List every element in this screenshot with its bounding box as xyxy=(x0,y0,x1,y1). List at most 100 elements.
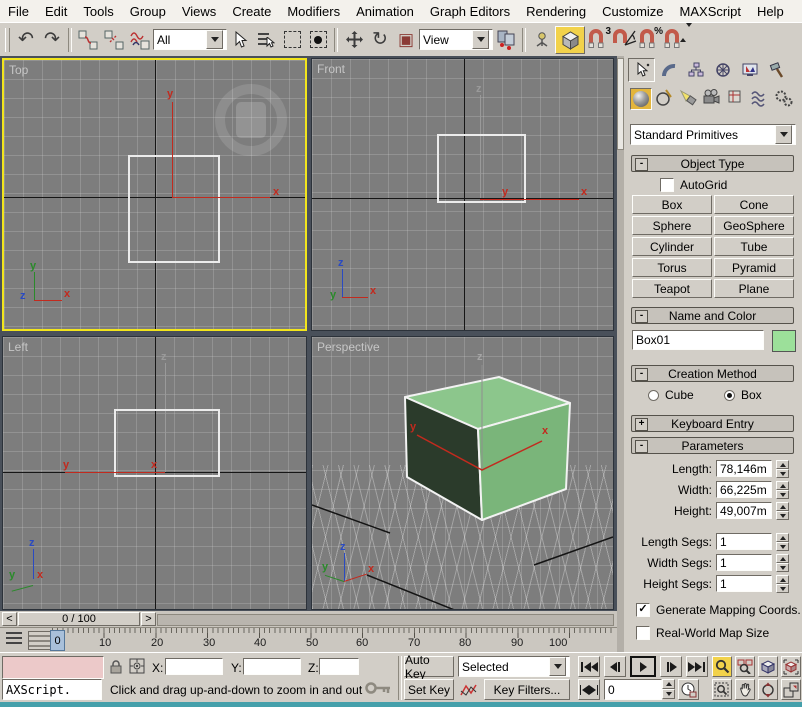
object-type-cylinder-button[interactable]: Cylinder xyxy=(632,237,712,256)
object-type-cone-button[interactable]: Cone xyxy=(714,195,794,214)
creation-method-box[interactable]: Box xyxy=(724,388,762,402)
selection-filter-dropdown[interactable]: All xyxy=(153,29,227,50)
rollout-object-type[interactable]: - Object Type xyxy=(631,155,794,172)
viewport-perspective[interactable]: z y x Perspective z x y xyxy=(311,336,614,610)
auto-key-button[interactable]: Auto Key xyxy=(404,656,454,677)
height-field[interactable]: 49,007m xyxy=(716,502,772,519)
spinner-snap-button[interactable] xyxy=(663,27,689,53)
key-filters-button[interactable]: Key Filters... xyxy=(484,679,570,700)
time-slider-handle[interactable]: 0 / 100 xyxy=(18,612,140,626)
length-spinner[interactable] xyxy=(776,460,789,478)
menu-maxscript[interactable]: MAXScript xyxy=(672,4,749,19)
next-frame-button[interactable] xyxy=(660,656,682,677)
object-type-torus-button[interactable]: Torus xyxy=(632,258,712,277)
object-type-sphere-button[interactable]: Sphere xyxy=(632,216,712,235)
category-helpers[interactable] xyxy=(726,88,748,110)
menu-graph-editors[interactable]: Graph Editors xyxy=(422,4,518,19)
select-and-move-button[interactable] xyxy=(341,27,367,53)
object-type-pyramid-button[interactable]: Pyramid xyxy=(714,258,794,277)
collapse-icon[interactable]: - xyxy=(635,440,648,453)
menu-help[interactable]: Help xyxy=(749,4,792,19)
z-coordinate-field[interactable] xyxy=(319,658,359,675)
length-segs-field[interactable]: 1 xyxy=(716,533,772,550)
menu-views[interactable]: Views xyxy=(174,4,224,19)
redo-button[interactable]: ↷ xyxy=(39,27,65,53)
zoom-extents-button[interactable] xyxy=(758,656,778,677)
undo-button[interactable]: ↶ xyxy=(13,27,39,53)
real-world-map-checkbox[interactable] xyxy=(636,626,650,640)
select-and-manipulate-button[interactable] xyxy=(529,27,555,53)
key-mode-toggle-button[interactable] xyxy=(578,679,600,700)
selection-set-arrow[interactable] xyxy=(549,657,566,676)
object-type-geosphere-button[interactable]: GeoSphere xyxy=(714,216,794,235)
bind-to-space-warp-button[interactable] xyxy=(127,27,153,53)
creation-method-cube[interactable]: Cube xyxy=(648,388,694,402)
time-configuration-button[interactable] xyxy=(678,679,699,700)
zoom-button[interactable] xyxy=(712,656,732,677)
track-bar-ruler[interactable] xyxy=(46,628,612,653)
viewport-left[interactable]: z y x Left z y x xyxy=(2,336,307,610)
height-segs-field[interactable]: 1 xyxy=(716,575,772,592)
select-and-link-button[interactable] xyxy=(75,27,101,53)
menu-group[interactable]: Group xyxy=(122,4,174,19)
frame-spinner[interactable] xyxy=(662,679,675,699)
unlink-selection-button[interactable] xyxy=(101,27,127,53)
object-type-plane-button[interactable]: Plane xyxy=(714,279,794,298)
tab-modify[interactable] xyxy=(655,58,682,82)
zoom-extents-all-button[interactable] xyxy=(781,656,801,677)
object-type-teapot-button[interactable]: Teapot xyxy=(632,279,712,298)
window-crossing-button[interactable] xyxy=(305,27,331,53)
command-panel-scroll-thumb[interactable] xyxy=(617,58,624,150)
go-to-start-button[interactable] xyxy=(578,656,600,677)
object-color-swatch[interactable] xyxy=(772,330,796,352)
width-spinner[interactable] xyxy=(776,481,789,499)
expand-icon[interactable]: + xyxy=(635,418,648,431)
select-object-button[interactable] xyxy=(227,27,253,53)
go-to-end-button[interactable] xyxy=(686,656,708,677)
collapse-icon[interactable]: - xyxy=(635,368,648,381)
select-by-name-button[interactable] xyxy=(253,27,279,53)
length-field[interactable]: 78,146m xyxy=(716,460,772,477)
height-spinner[interactable] xyxy=(776,502,789,520)
default-in-out-tangents-button[interactable] xyxy=(458,679,480,700)
menu-modifiers[interactable]: Modifiers xyxy=(279,4,348,19)
min-max-toggle-button[interactable] xyxy=(781,679,801,700)
time-slider-track[interactable] xyxy=(157,614,614,626)
selection-set-dropdown[interactable]: Selected xyxy=(458,656,570,677)
category-cameras[interactable] xyxy=(702,88,724,110)
tab-display[interactable] xyxy=(736,58,763,82)
select-and-scale-button[interactable]: ▣ xyxy=(393,27,419,53)
viewport-top[interactable]: y x Top y z x xyxy=(2,58,307,331)
reference-coordinate-dropdown[interactable]: View xyxy=(419,29,493,50)
viewport-label-left[interactable]: Left xyxy=(8,340,28,354)
rollout-creation-method[interactable]: - Creation Method xyxy=(631,365,794,382)
previous-frame-button[interactable] xyxy=(604,656,626,677)
tab-motion[interactable] xyxy=(709,58,736,82)
menu-customize[interactable]: Customize xyxy=(594,4,671,19)
collapse-icon[interactable]: - xyxy=(635,158,648,171)
rollout-name-and-color[interactable]: - Name and Color xyxy=(631,307,794,324)
category-shapes[interactable] xyxy=(654,88,676,110)
y-coordinate-field[interactable] xyxy=(243,658,301,675)
percent-snap-button[interactable]: % xyxy=(637,27,663,53)
viewport-label-perspective[interactable]: Perspective xyxy=(317,340,380,354)
absolute-mode-icon[interactable] xyxy=(129,658,145,674)
track-bar-frame-handle[interactable]: 0 xyxy=(50,630,65,651)
tab-create[interactable] xyxy=(628,58,655,82)
object-name-field[interactable] xyxy=(632,330,764,350)
length-segs-spinner[interactable] xyxy=(776,533,789,551)
category-systems[interactable] xyxy=(774,88,796,110)
tab-hierarchy[interactable] xyxy=(682,58,709,82)
reference-coordinate-arrow[interactable] xyxy=(472,30,489,49)
object-type-tube-button[interactable]: Tube xyxy=(714,237,794,256)
snap-3d-button[interactable]: 3 xyxy=(585,27,611,53)
select-and-rotate-button[interactable]: ↻ xyxy=(367,27,393,53)
current-frame-field[interactable]: 0 xyxy=(604,679,662,700)
use-pivot-point-center-button[interactable] xyxy=(493,27,519,53)
width-segs-field[interactable]: 1 xyxy=(716,554,772,571)
open-mini-curve-editor-icon[interactable] xyxy=(6,632,22,647)
width-field[interactable]: 66,225m xyxy=(716,481,772,498)
generate-mapping-checkbox[interactable]: ✓ xyxy=(636,603,650,617)
selection-filter-arrow[interactable] xyxy=(206,30,223,49)
menu-create[interactable]: Create xyxy=(224,4,279,19)
